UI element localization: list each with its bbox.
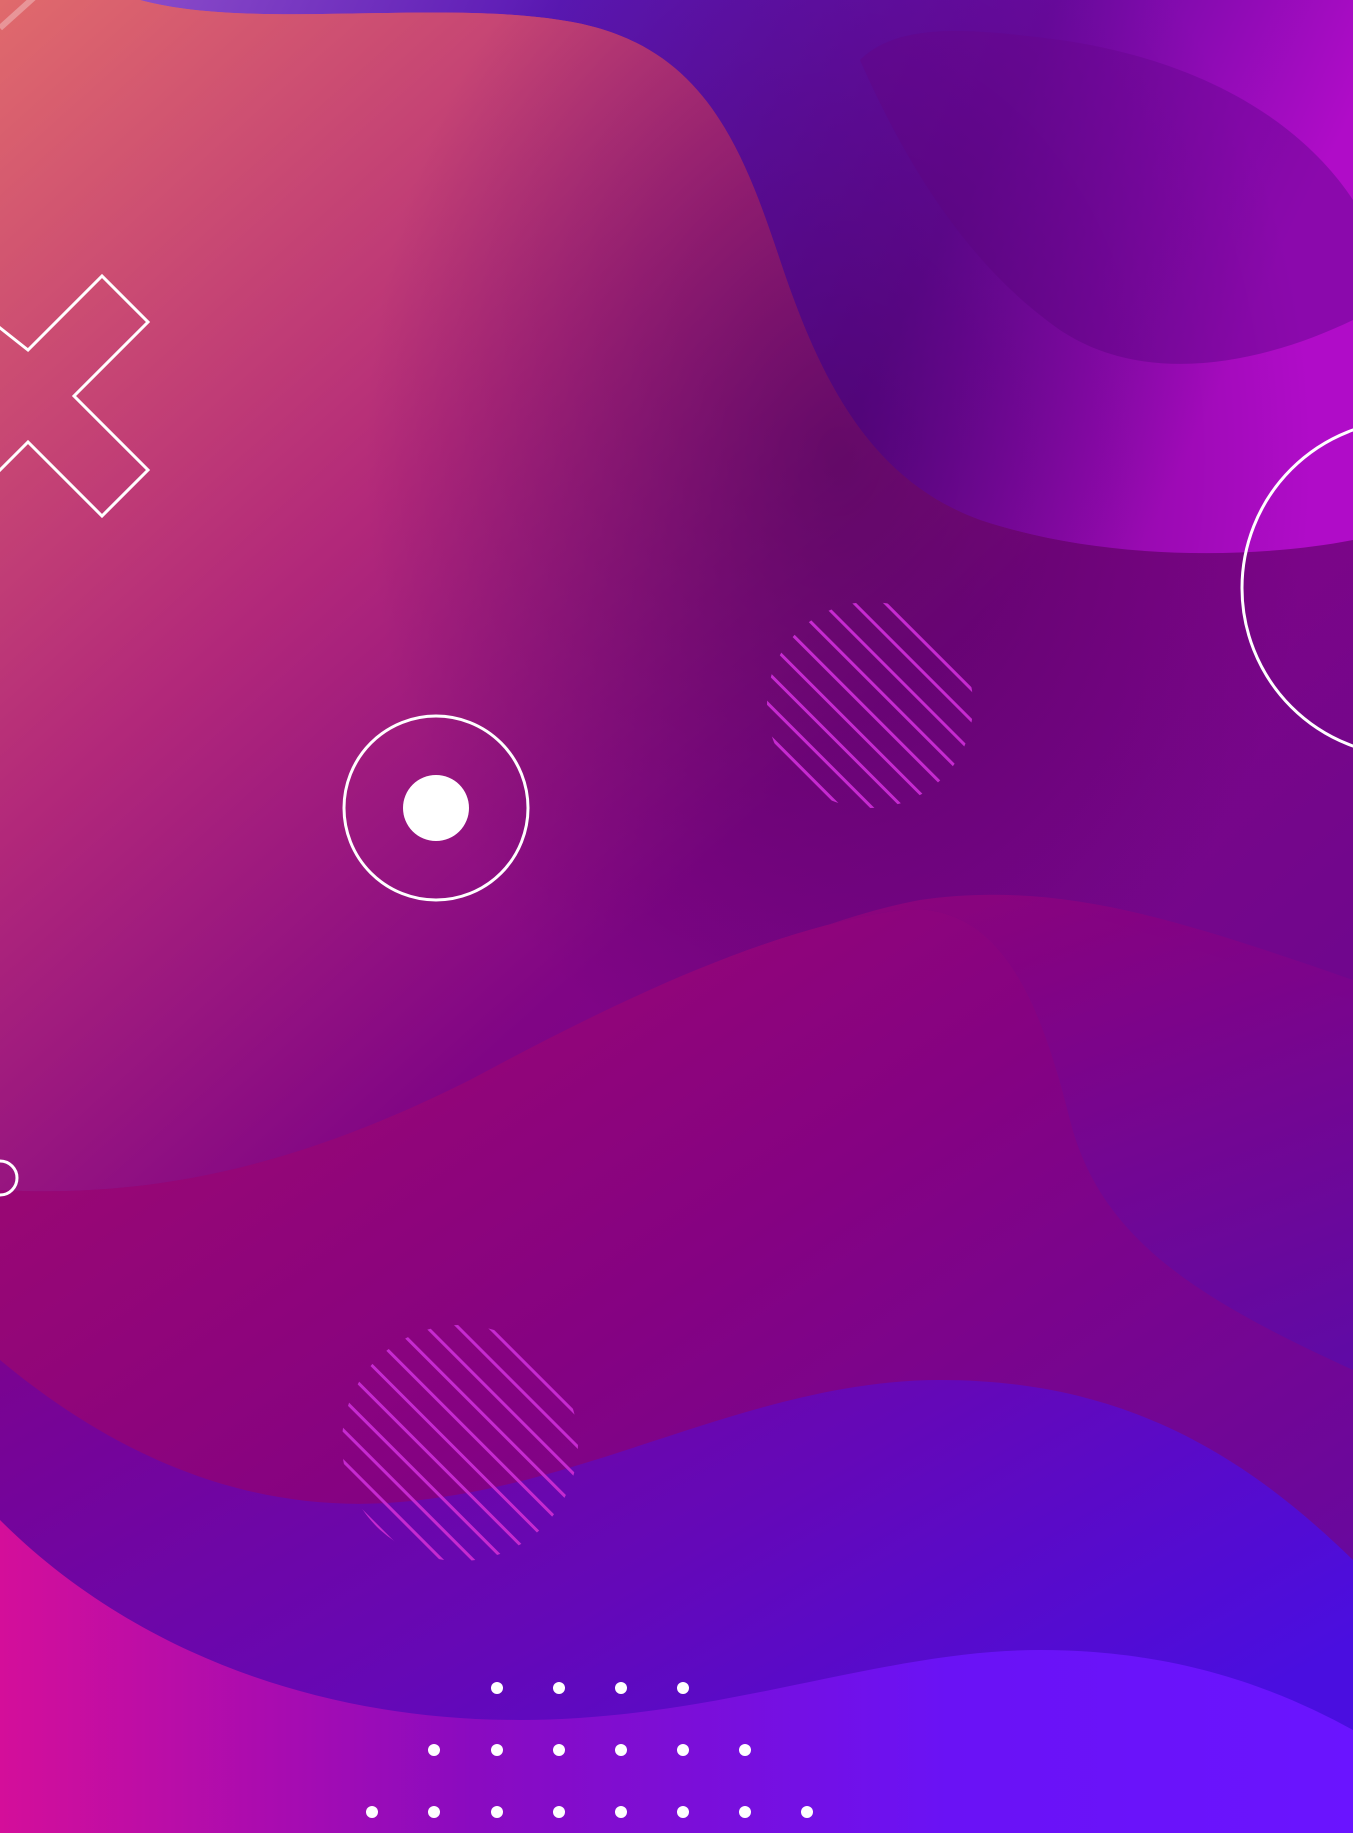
dot [801,1806,813,1818]
dot [428,1744,440,1756]
dot [615,1806,627,1818]
target-ring-center-dot [403,775,469,841]
dot [366,1806,378,1818]
dot [553,1682,565,1694]
dot [553,1806,565,1818]
dot [677,1682,689,1694]
abstract-background [0,0,1353,1833]
dot [677,1806,689,1818]
dot [615,1744,627,1756]
dot [491,1682,503,1694]
dot [739,1744,751,1756]
dot [739,1806,751,1818]
dot [553,1744,565,1756]
dot [677,1744,689,1756]
dot [615,1682,627,1694]
dot [491,1744,503,1756]
background-artwork [0,0,1353,1833]
dot [491,1806,503,1818]
dot [428,1806,440,1818]
